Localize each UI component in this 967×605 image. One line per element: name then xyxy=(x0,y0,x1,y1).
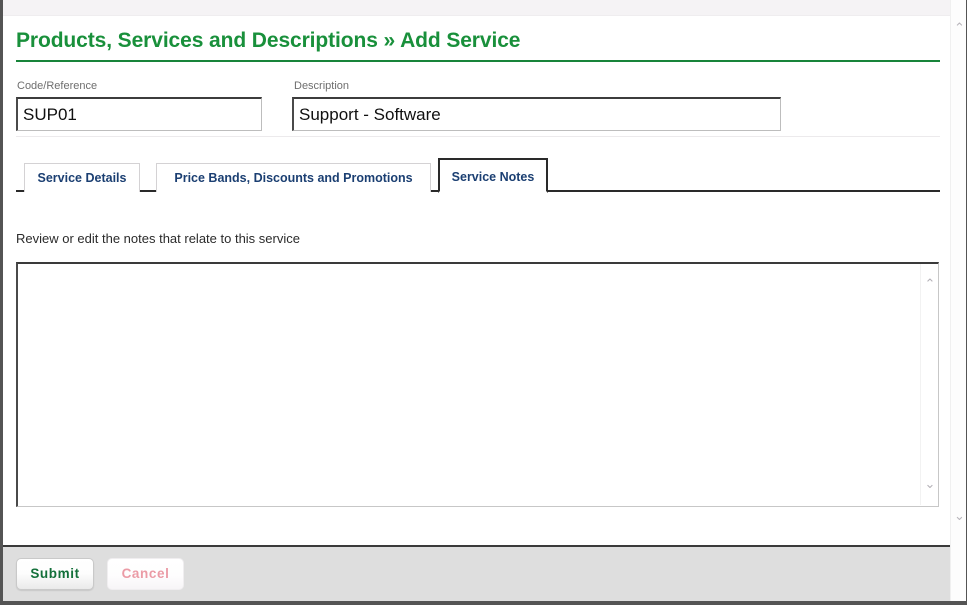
description-label: Description xyxy=(294,80,350,92)
tab-service-details[interactable]: Service Details xyxy=(24,163,140,192)
code-reference-label: Code/Reference xyxy=(17,80,98,92)
chevron-up-icon[interactable]: ⌃ xyxy=(921,276,939,294)
footer-bar: Submit Cancel xyxy=(3,545,967,601)
tabstrip: Service Details Price Bands, Discounts a… xyxy=(16,158,940,193)
description-input[interactable] xyxy=(292,97,781,131)
submit-button[interactable]: Submit xyxy=(16,558,94,590)
page-scrollbar[interactable]: ⌃ ⌄ xyxy=(950,0,967,601)
field-row-divider xyxy=(16,136,940,137)
notes-helper-text: Review or edit the notes that relate to … xyxy=(16,231,300,246)
chevron-down-icon[interactable]: ⌄ xyxy=(951,508,967,525)
chevron-up-icon[interactable]: ⌃ xyxy=(951,20,967,37)
window-bottom-edge xyxy=(0,601,967,605)
page-title: Products, Services and Descriptions » Ad… xyxy=(16,29,521,52)
top-strip xyxy=(3,0,953,16)
tab-service-notes[interactable]: Service Notes xyxy=(438,158,548,193)
service-notes-field: ⌃ ⌄ xyxy=(16,262,939,507)
cancel-button[interactable]: Cancel xyxy=(107,558,184,590)
notes-scrollbar[interactable]: ⌃ ⌄ xyxy=(920,264,938,505)
application-window: Products, Services and Descriptions » Ad… xyxy=(0,0,967,605)
code-reference-input[interactable] xyxy=(16,97,262,131)
service-notes-textarea[interactable] xyxy=(18,264,920,505)
tab-price-bands-discounts-and-promotions[interactable]: Price Bands, Discounts and Promotions xyxy=(156,163,431,192)
title-divider xyxy=(16,60,940,62)
content-area: Products, Services and Descriptions » Ad… xyxy=(3,16,950,545)
chevron-down-icon[interactable]: ⌄ xyxy=(921,476,939,494)
